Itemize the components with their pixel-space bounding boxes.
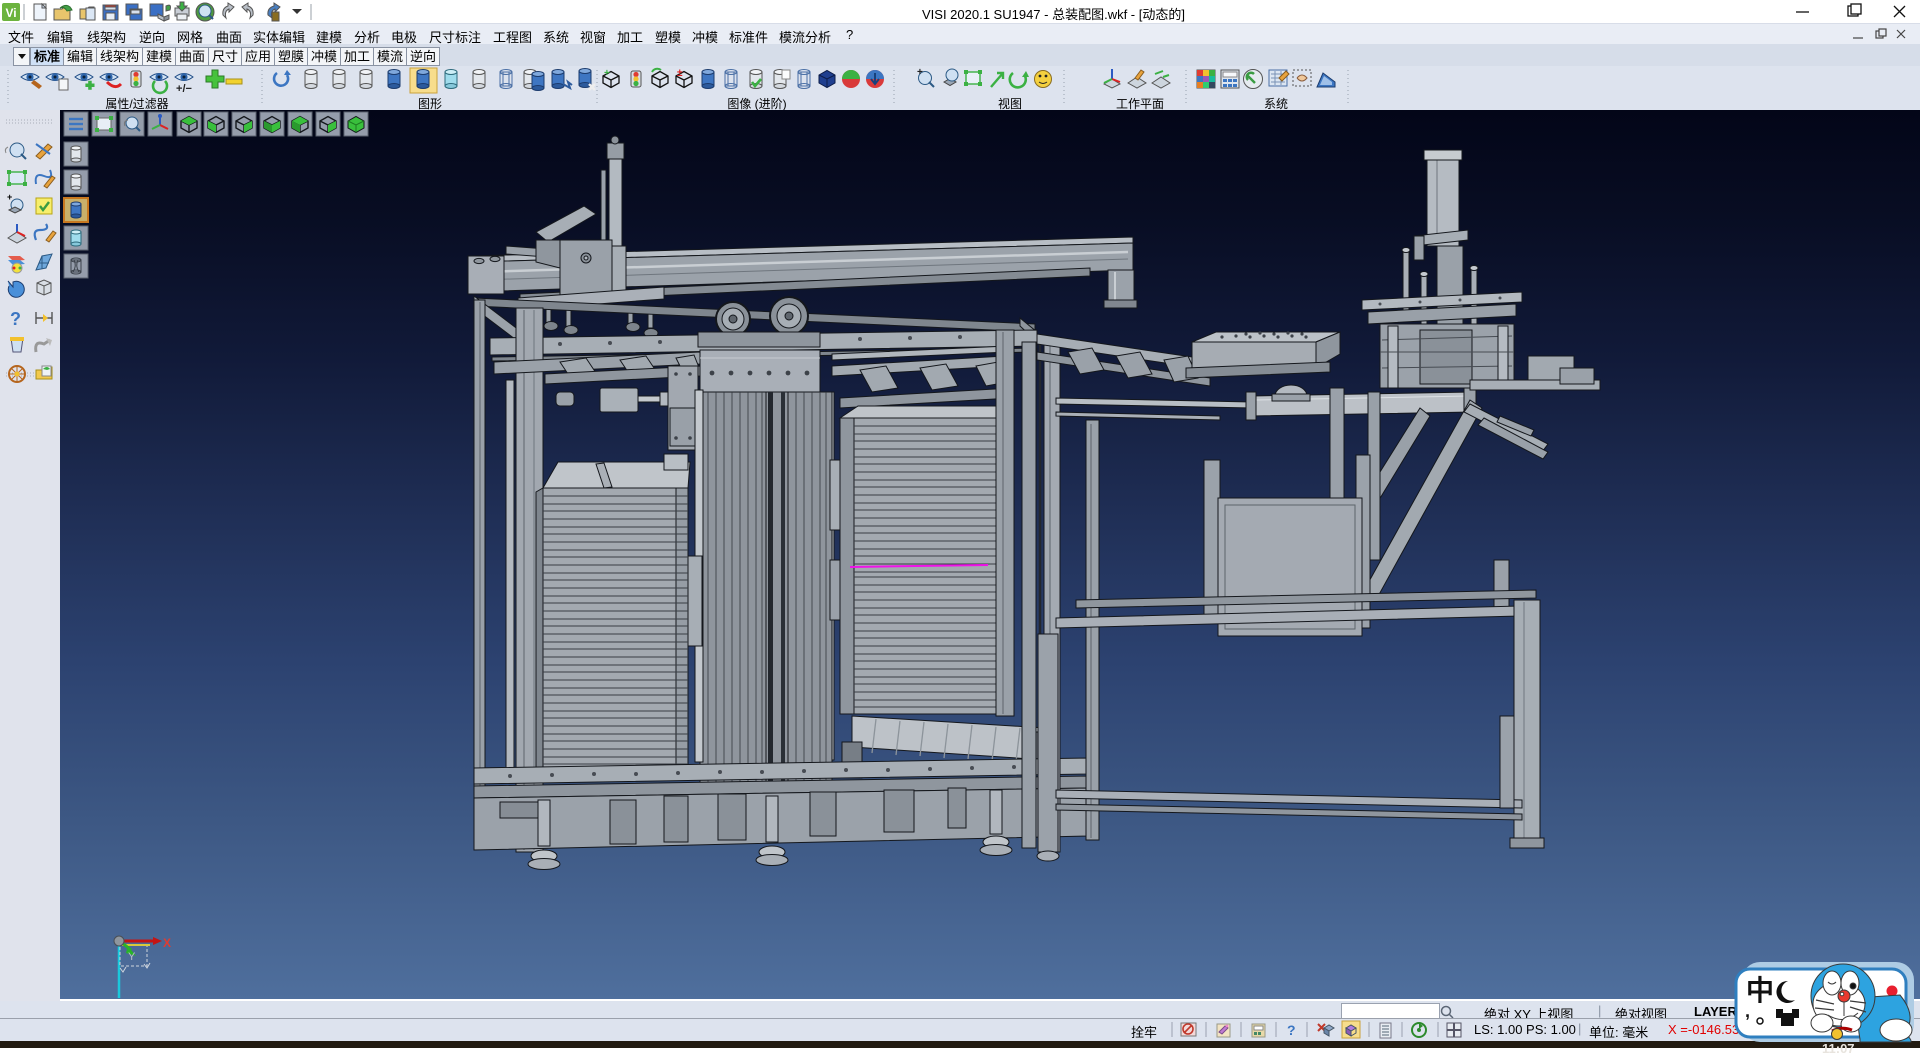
svg-text:?: ? <box>1287 1022 1296 1038</box>
svg-text:?: ? <box>10 309 21 329</box>
svg-text:Y: Y <box>128 951 136 963</box>
svg-text:Vi: Vi <box>5 6 16 20</box>
svg-text:中: 中 <box>1746 975 1774 1006</box>
svg-text:+: + <box>917 67 923 78</box>
svg-text:±: ± <box>677 68 683 79</box>
svg-text:,: , <box>1745 1001 1750 1021</box>
svg-text:+: + <box>7 192 12 202</box>
svg-text:X: X <box>163 936 171 950</box>
svg-text:+/−: +/− <box>176 83 192 95</box>
svg-text:+: + <box>604 68 610 79</box>
